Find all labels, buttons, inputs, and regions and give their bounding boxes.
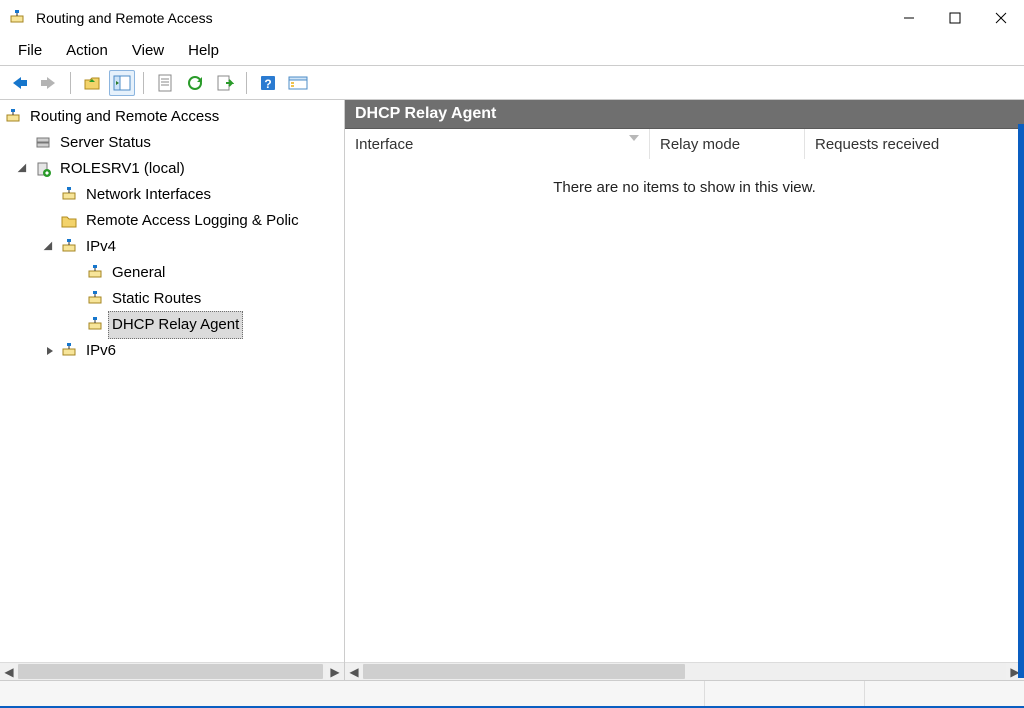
tree-ipv6-label: IPv6 xyxy=(82,337,120,365)
tree-dhcp-relay-label: DHCP Relay Agent xyxy=(108,311,243,339)
routing-icon xyxy=(60,342,78,360)
export-button[interactable] xyxy=(212,70,238,96)
column-interface-label: Interface xyxy=(355,136,413,153)
window-list-button[interactable] xyxy=(285,70,311,96)
forward-button[interactable] xyxy=(36,70,62,96)
right-edge-highlight xyxy=(1018,124,1024,678)
list-body: There are no items to show in this view. xyxy=(345,159,1024,662)
properties-button[interactable] xyxy=(152,70,178,96)
toolbar-separator xyxy=(246,72,247,94)
tree-root[interactable]: Routing and Remote Access xyxy=(0,104,344,130)
routing-icon xyxy=(86,264,104,282)
server-status-icon xyxy=(34,134,52,152)
toolbar-separator xyxy=(70,72,71,94)
tree-ipv4[interactable]: IPv4 xyxy=(0,234,344,260)
title-bar: Routing and Remote Access xyxy=(0,0,1024,36)
tree-network-interfaces[interactable]: Network Interfaces xyxy=(0,182,344,208)
routing-icon xyxy=(60,238,78,256)
expand-icon[interactable] xyxy=(42,239,58,255)
svg-text:?: ? xyxy=(264,77,271,91)
tree-network-interfaces-label: Network Interfaces xyxy=(82,181,215,209)
menu-bar: File Action View Help xyxy=(0,36,1024,66)
scroll-track[interactable] xyxy=(363,663,1006,680)
tree-server-label: ROLESRV1 (local) xyxy=(56,155,189,183)
column-interface[interactable]: Interface xyxy=(345,129,650,159)
column-requests-received-label: Requests received xyxy=(815,136,939,153)
minimize-button[interactable] xyxy=(886,0,932,36)
menu-action[interactable]: Action xyxy=(56,38,118,63)
tree-remote-access-logging-label: Remote Access Logging & Polic xyxy=(82,207,303,235)
up-button[interactable] xyxy=(79,70,105,96)
routing-icon xyxy=(4,108,22,126)
toolbar-separator xyxy=(143,72,144,94)
menu-help[interactable]: Help xyxy=(178,38,229,63)
tree-server[interactable]: ROLESRV1 (local) xyxy=(0,156,344,182)
status-cell xyxy=(864,681,1024,706)
close-button[interactable] xyxy=(978,0,1024,36)
scroll-right-icon[interactable]: ▶ xyxy=(326,663,344,681)
tree-general-label: General xyxy=(108,259,169,287)
expand-icon[interactable] xyxy=(16,161,32,177)
expand-icon[interactable] xyxy=(42,343,58,359)
menu-view[interactable]: View xyxy=(122,38,174,63)
column-relay-mode-label: Relay mode xyxy=(660,136,740,153)
pane-title: DHCP Relay Agent xyxy=(345,100,1024,129)
window-title: Routing and Remote Access xyxy=(36,10,213,26)
back-button[interactable] xyxy=(6,70,32,96)
tree-static-routes[interactable]: Static Routes xyxy=(0,286,344,312)
tree-server-status[interactable]: Server Status xyxy=(0,130,344,156)
tree-root-label: Routing and Remote Access xyxy=(26,103,223,131)
details-pane: DHCP Relay Agent Interface Relay mode Re… xyxy=(345,100,1024,680)
tree-static-routes-label: Static Routes xyxy=(108,285,205,313)
tree[interactable]: Routing and Remote Access Server Status … xyxy=(0,100,344,662)
tree-general[interactable]: General xyxy=(0,260,344,286)
app-icon xyxy=(8,9,26,27)
server-icon xyxy=(34,160,52,178)
menu-file[interactable]: File xyxy=(8,38,52,63)
tree-remote-access-logging[interactable]: Remote Access Logging & Polic xyxy=(0,208,344,234)
toolbar: ? xyxy=(0,66,1024,100)
routing-icon xyxy=(86,316,104,334)
column-headers: Interface Relay mode Requests received xyxy=(345,129,1024,159)
tree-hscroll[interactable]: ◀ ▶ xyxy=(0,662,344,680)
tree-server-status-label: Server Status xyxy=(56,129,155,157)
list-hscroll[interactable]: ◀ ▶ xyxy=(345,662,1024,680)
help-button[interactable]: ? xyxy=(255,70,281,96)
column-requests-received[interactable]: Requests received xyxy=(805,129,1024,159)
scroll-left-icon[interactable]: ◀ xyxy=(345,663,363,681)
folder-icon xyxy=(60,212,78,230)
tree-ipv6[interactable]: IPv6 xyxy=(0,338,344,364)
routing-icon xyxy=(60,186,78,204)
main-area: Routing and Remote Access Server Status … xyxy=(0,100,1024,680)
maximize-button[interactable] xyxy=(932,0,978,36)
column-relay-mode[interactable]: Relay mode xyxy=(650,129,805,159)
scroll-left-icon[interactable]: ◀ xyxy=(0,663,18,681)
show-hide-tree-button[interactable] xyxy=(109,70,135,96)
tree-pane: Routing and Remote Access Server Status … xyxy=(0,100,345,680)
empty-message: There are no items to show in this view. xyxy=(553,179,816,196)
refresh-button[interactable] xyxy=(182,70,208,96)
sort-indicator-icon xyxy=(629,135,639,141)
tree-ipv4-label: IPv4 xyxy=(82,233,120,261)
status-bar xyxy=(0,680,1024,706)
scroll-thumb[interactable] xyxy=(18,664,323,679)
routing-icon xyxy=(86,290,104,308)
tree-dhcp-relay[interactable]: DHCP Relay Agent xyxy=(0,312,344,338)
scroll-track[interactable] xyxy=(18,663,326,680)
status-cell xyxy=(704,681,864,706)
scroll-thumb[interactable] xyxy=(363,664,685,679)
status-cell xyxy=(0,681,704,706)
